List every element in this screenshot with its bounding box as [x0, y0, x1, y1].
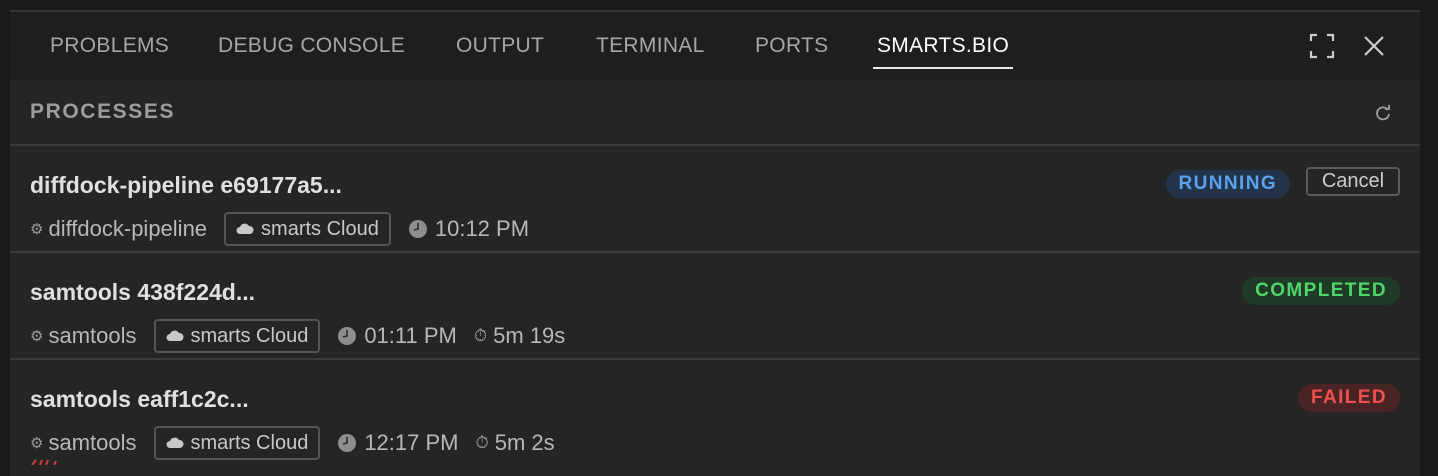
- location-chip: smarts Cloud: [224, 212, 391, 246]
- error-text-fragment: [31, 459, 57, 465]
- duration: 5m 19s: [493, 323, 566, 348]
- panel-tab-bar: PROBLEMS DEBUG CONSOLE OUTPUT TERMINAL P…: [10, 12, 1420, 80]
- location-label: smarts Cloud: [261, 217, 379, 240]
- start-time: 12:17 PM: [364, 430, 459, 455]
- gear-icon: ⚙: [30, 328, 44, 345]
- processes-header: PROCESSES: [10, 80, 1420, 146]
- gear-icon: ⚙: [30, 221, 44, 238]
- location-label: smarts Cloud: [190, 324, 309, 347]
- cloud-icon: [236, 223, 254, 234]
- location-chip: smarts Cloud: [153, 319, 321, 353]
- clock-icon: [408, 220, 427, 238]
- process-meta: ⚙ diffdock-pipeline smarts Cloud 10:12 P…: [30, 212, 529, 246]
- location-chip: smarts Cloud: [153, 426, 321, 460]
- clock-icon: [338, 434, 357, 452]
- process-row[interactable]: samtools eaff1c2c... FAILED ⚙ samtools s…: [10, 360, 1420, 465]
- close-icon[interactable]: [1360, 32, 1388, 60]
- process-row[interactable]: samtools 438f224d... COMPLETED ⚙ samtool…: [10, 253, 1420, 360]
- pipeline-name: diffdock-pipeline: [48, 216, 208, 241]
- cloud-icon: [166, 330, 184, 341]
- timer-icon: ⏱: [473, 326, 488, 345]
- tab-problems[interactable]: PROBLEMS: [50, 12, 169, 80]
- smarts-bio-panel: PROBLEMS DEBUG CONSOLE OUTPUT TERMINAL P…: [10, 10, 1420, 476]
- process-title: diffdock-pipeline e69177a5...: [30, 172, 342, 198]
- pipeline-name: samtools: [48, 430, 137, 455]
- status-badge-running: RUNNING: [1165, 170, 1290, 198]
- pipeline-name: samtools: [48, 323, 137, 348]
- cancel-button[interactable]: Cancel: [1306, 167, 1400, 196]
- duration: 5m 2s: [494, 430, 555, 455]
- gear-icon: ⚙: [30, 435, 44, 452]
- process-meta: ⚙ samtools smarts Cloud 12:17 PM ⏱ 5m 2s: [30, 426, 555, 460]
- tab-debug-console[interactable]: DEBUG CONSOLE: [218, 12, 405, 80]
- timer-icon: ⏱: [475, 433, 489, 452]
- status-badge-failed: FAILED: [1298, 384, 1400, 412]
- process-meta: ⚙ samtools smarts Cloud 01:11 PM ⏱ 5m 19…: [30, 319, 565, 353]
- tab-ports[interactable]: PORTS: [755, 12, 828, 80]
- maximize-icon[interactable]: [1308, 32, 1336, 60]
- location-label: smarts Cloud: [190, 431, 309, 454]
- start-time: 10:12 PM: [434, 216, 530, 241]
- section-title: PROCESSES: [30, 100, 176, 123]
- tab-terminal[interactable]: TERMINAL: [596, 12, 705, 80]
- clock-icon: [338, 327, 357, 345]
- tab-output[interactable]: OUTPUT: [456, 12, 544, 80]
- refresh-icon[interactable]: [1374, 104, 1392, 122]
- process-row[interactable]: diffdock-pipeline e69177a5... RUNNING Ca…: [10, 146, 1420, 253]
- start-time: 01:11 PM: [364, 323, 457, 348]
- status-badge-completed: COMPLETED: [1242, 277, 1400, 305]
- process-title: samtools eaff1c2c...: [30, 386, 249, 412]
- process-title: samtools 438f224d...: [30, 279, 255, 305]
- cloud-icon: [166, 437, 184, 448]
- tab-smarts-bio[interactable]: SMARTS.BIO: [872, 12, 1014, 80]
